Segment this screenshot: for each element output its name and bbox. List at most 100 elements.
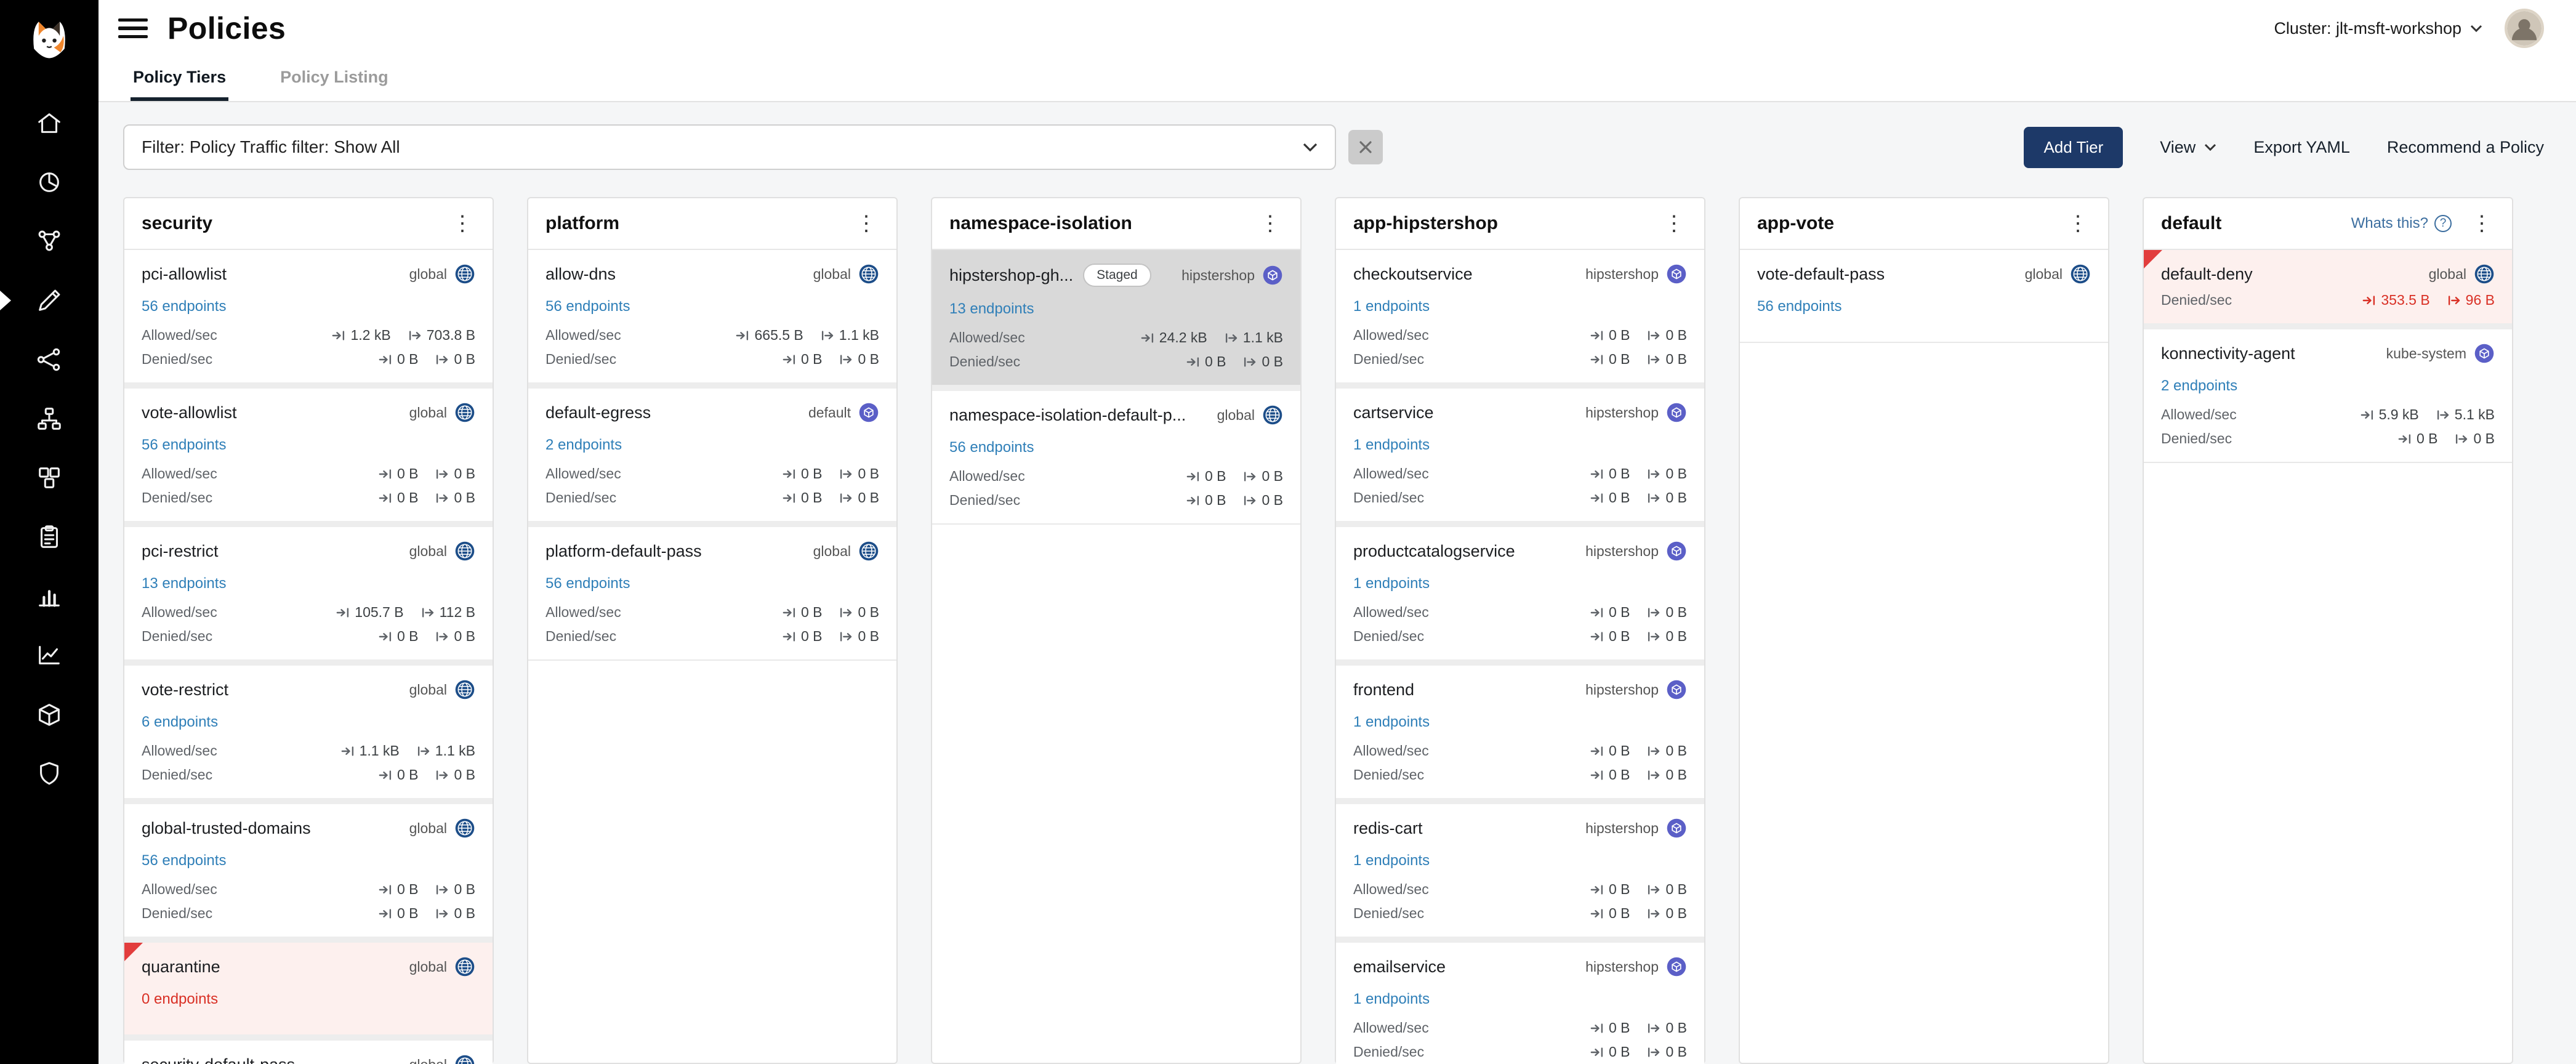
- policy-endpoints-link[interactable]: 56 endpoints: [545, 575, 630, 592]
- sidebar-item-images[interactable]: [0, 685, 99, 744]
- sidebar-item-workloads[interactable]: [0, 448, 99, 507]
- policy-card[interactable]: frontend hipstershop 1 endpoints Allowed…: [1336, 659, 1704, 798]
- policy-card[interactable]: allow-dns global 56 endpoints Allowed/se: [528, 250, 896, 382]
- cluster-selector[interactable]: Cluster: jlt-msft-workshop: [2274, 19, 2482, 38]
- policy-endpoints-link[interactable]: 1 endpoints: [1353, 991, 1430, 1007]
- policy-card[interactable]: pci-allowlist global 56 endpoints Allowe: [124, 250, 493, 382]
- policy-endpoints-link[interactable]: 13 endpoints: [142, 575, 226, 592]
- sidebar-item-reports[interactable]: [0, 566, 99, 626]
- policy-name[interactable]: cartservice: [1353, 403, 1434, 422]
- policy-card[interactable]: cartservice hipstershop 1 endpoints Allo…: [1336, 382, 1704, 521]
- policy-card[interactable]: vote-default-pass global 56 endpoints: [1740, 250, 2108, 343]
- policy-endpoints-link[interactable]: 56 endpoints: [142, 437, 226, 453]
- policy-name[interactable]: checkoutservice: [1353, 265, 1473, 284]
- policy-card[interactable]: default-deny global Denied/sec: [2144, 250, 2512, 323]
- tier-menu-button[interactable]: ⋮: [848, 211, 884, 236]
- tab-policy-tiers[interactable]: Policy Tiers: [131, 57, 228, 101]
- sidebar-item-dashboard[interactable]: [0, 153, 99, 212]
- tab-policy-listing[interactable]: Policy Listing: [278, 57, 391, 101]
- policy-name[interactable]: konnectivity-agent: [2161, 344, 2295, 363]
- sidebar-item-service-graph[interactable]: [0, 212, 99, 271]
- policy-endpoints-link[interactable]: 56 endpoints: [949, 439, 1034, 456]
- denied-label: Denied/sec: [545, 351, 616, 368]
- hamburger-menu-icon[interactable]: [118, 18, 148, 38]
- policy-endpoints-link[interactable]: 56 endpoints: [1757, 298, 1841, 315]
- avatar[interactable]: [2505, 9, 2544, 48]
- policy-card[interactable]: productcatalogservice hipstershop 1 endp…: [1336, 521, 1704, 659]
- policy-endpoints-link[interactable]: 1 endpoints: [1353, 852, 1430, 869]
- policy-endpoints-link[interactable]: 56 endpoints: [545, 298, 630, 315]
- policy-name[interactable]: vote-restrict: [142, 680, 228, 699]
- policy-endpoints-link[interactable]: 1 endpoints: [1353, 575, 1430, 592]
- recommend-policy-button[interactable]: Recommend a Policy: [2387, 138, 2544, 157]
- tier-menu-button[interactable]: ⋮: [445, 211, 480, 236]
- policy-name[interactable]: pci-restrict: [142, 542, 219, 561]
- policy-card[interactable]: global-trusted-domains global 56 endpoin…: [124, 798, 493, 937]
- allowed-egress-value: 1.1 kB: [839, 327, 879, 344]
- policy-card[interactable]: quarantine global 0 endpoints: [124, 937, 493, 1034]
- policy-card[interactable]: namespace-isolation-default-p... global …: [932, 385, 1300, 525]
- policy-name[interactable]: namespace-isolation-default-p...: [949, 406, 1186, 425]
- tier-menu-button[interactable]: ⋮: [2060, 211, 2096, 236]
- tier-menu-button[interactable]: ⋮: [1656, 211, 1692, 236]
- policy-name[interactable]: platform-default-pass: [545, 542, 702, 561]
- policy-name[interactable]: hipstershop-gh...: [949, 266, 1073, 285]
- policy-card[interactable]: vote-restrict global 6 endpoints Allowed: [124, 659, 493, 798]
- policy-card[interactable]: hipstershop-gh... Staged hipstershop 13 …: [932, 250, 1300, 385]
- tier-menu-button[interactable]: ⋮: [1252, 211, 1288, 236]
- policy-endpoints-link[interactable]: 0 endpoints: [142, 991, 218, 1007]
- export-yaml-button[interactable]: Export YAML: [2253, 138, 2350, 157]
- policy-card[interactable]: redis-cart hipstershop 1 endpoints Allow…: [1336, 798, 1704, 937]
- policy-name[interactable]: global-trusted-domains: [142, 819, 311, 838]
- policy-card[interactable]: platform-default-pass global 56 endpoint…: [528, 521, 896, 661]
- policy-endpoints-link[interactable]: 13 endpoints: [949, 300, 1034, 317]
- endpoints-row: 13 endpoints: [142, 570, 475, 593]
- clear-filter-button[interactable]: [1348, 130, 1383, 164]
- sidebar-item-home[interactable]: [0, 94, 99, 153]
- view-button[interactable]: View: [2160, 138, 2216, 157]
- policy-endpoints-link[interactable]: 2 endpoints: [545, 437, 622, 453]
- sidebar-item-activity[interactable]: [0, 626, 99, 685]
- add-tier-button[interactable]: Add Tier: [2024, 127, 2123, 168]
- policy-name[interactable]: pci-allowlist: [142, 265, 227, 284]
- sidebar-item-threat-defense[interactable]: [0, 744, 99, 803]
- policy-card[interactable]: konnectivity-agent kube-system 2 endpoin…: [2144, 323, 2512, 463]
- calico-logo[interactable]: [23, 12, 75, 64]
- policy-card[interactable]: security-default-pass global: [124, 1034, 493, 1064]
- sidebar-item-nodes[interactable]: [0, 389, 99, 448]
- traffic-filter-select[interactable]: Filter: Policy Traffic filter: Show All: [123, 124, 1336, 170]
- whats-this-link[interactable]: Whats this? ?: [2351, 215, 2452, 232]
- policy-endpoints-link[interactable]: 56 endpoints: [142, 298, 226, 315]
- sidebar-item-policies[interactable]: [0, 271, 99, 330]
- policy-name[interactable]: frontend: [1353, 680, 1414, 699]
- policy-name[interactable]: security-default-pass: [142, 1055, 295, 1064]
- policy-name[interactable]: quarantine: [142, 957, 220, 977]
- policy-endpoints-link[interactable]: 1 endpoints: [1353, 437, 1430, 453]
- policy-card[interactable]: pci-restrict global 13 endpoints Allowed: [124, 521, 493, 659]
- tier-menu-button[interactable]: ⋮: [2464, 211, 2500, 236]
- sidebar-item-compliance[interactable]: [0, 507, 99, 566]
- sidebar-item-network[interactable]: [0, 330, 99, 389]
- policy-card[interactable]: vote-allowlist global 56 endpoints Allow: [124, 382, 493, 521]
- policy-endpoints-link[interactable]: 6 endpoints: [142, 714, 218, 730]
- policy-endpoints-link[interactable]: 1 endpoints: [1353, 714, 1430, 730]
- policy-card[interactable]: checkoutservice hipstershop 1 endpoints …: [1336, 250, 1704, 382]
- policy-name[interactable]: allow-dns: [545, 265, 616, 284]
- policy-name[interactable]: productcatalogservice: [1353, 542, 1515, 561]
- policy-name[interactable]: redis-cart: [1353, 819, 1423, 838]
- staged-badge: Staged: [1083, 264, 1151, 287]
- policy-name[interactable]: emailservice: [1353, 957, 1446, 977]
- policy-endpoints-link[interactable]: 56 endpoints: [142, 852, 226, 869]
- endpoints-row: 56 endpoints: [949, 434, 1283, 457]
- ingress-arrow-icon: [2398, 432, 2412, 446]
- policy-name[interactable]: vote-default-pass: [1757, 265, 1885, 284]
- policy-endpoints-link[interactable]: 1 endpoints: [1353, 298, 1430, 315]
- egress-arrow-icon: [1647, 1022, 1660, 1035]
- policy-endpoints-link[interactable]: 2 endpoints: [2161, 377, 2237, 394]
- ingress-arrow-icon: [379, 630, 392, 643]
- policy-name[interactable]: default-deny: [2161, 265, 2253, 284]
- policy-name[interactable]: default-egress: [545, 403, 651, 422]
- policy-card[interactable]: default-egress default 2 endpoints Allow…: [528, 382, 896, 521]
- policy-card[interactable]: emailservice hipstershop 1 endpoints All…: [1336, 937, 1704, 1064]
- policy-name[interactable]: vote-allowlist: [142, 403, 237, 422]
